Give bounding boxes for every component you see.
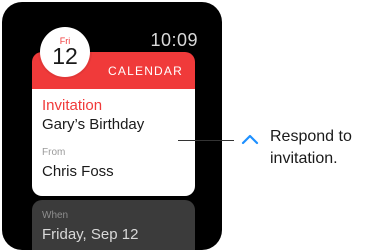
date-badge: Fri 12	[40, 27, 90, 77]
sender-name: Chris Foss	[42, 163, 114, 180]
date-number: 12	[52, 43, 78, 69]
callout-line	[178, 140, 234, 141]
when-value: Friday, Sep 12	[42, 226, 139, 243]
invitation-card[interactable]: Invitation Gary’s Birthday From Chris Fo…	[32, 89, 195, 196]
stage: 10:09 CALENDAR Fri 12 Invitation Gary’s …	[0, 0, 374, 252]
chevron-up-icon	[241, 134, 259, 145]
when-card: When Friday, Sep 12	[32, 200, 195, 250]
app-name: CALENDAR	[108, 64, 183, 78]
callout-text: Respond to invitation.	[270, 128, 352, 167]
watch-time: 10:09	[150, 30, 198, 50]
when-label: When	[42, 210, 69, 221]
watch-screen: 10:09 CALENDAR Fri 12 Invitation Gary’s …	[2, 2, 222, 250]
invitation-label: Invitation	[42, 97, 103, 114]
event-title: Gary’s Birthday	[42, 116, 145, 133]
from-label: From	[42, 147, 66, 158]
